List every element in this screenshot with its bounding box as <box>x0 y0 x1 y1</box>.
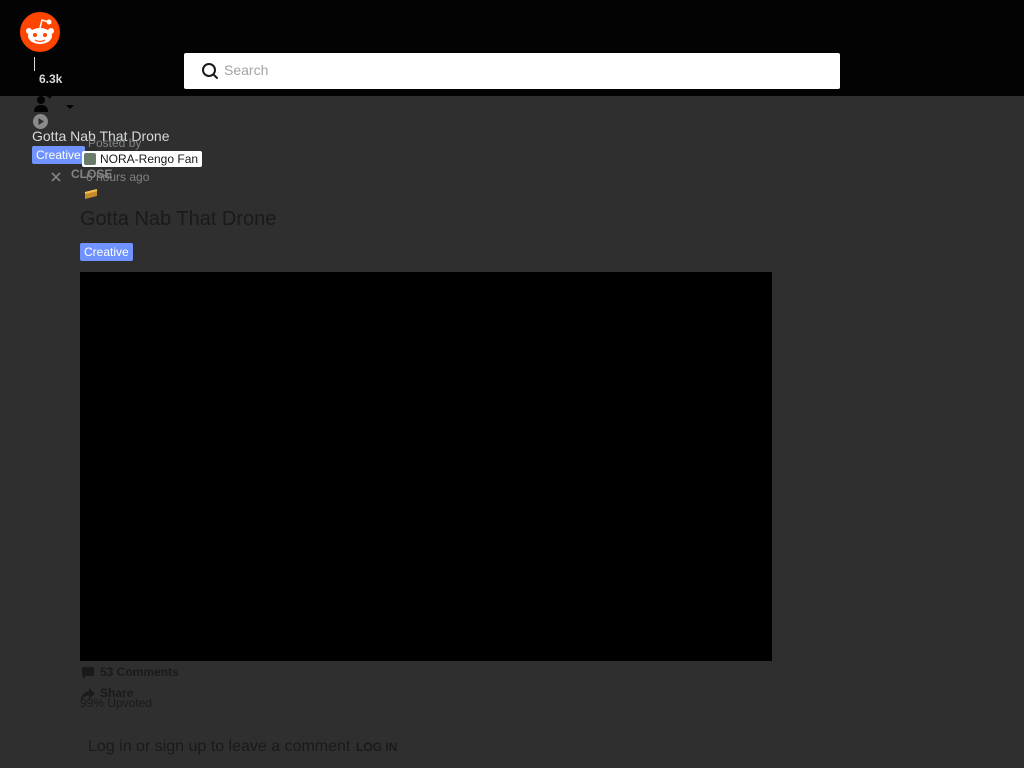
video-player[interactable] <box>80 272 772 661</box>
posted-by-label: Posted by <box>88 136 142 150</box>
comments-label: 53 Comments <box>100 665 179 679</box>
chevron-down-icon <box>65 98 75 116</box>
close-label: CLOSE <box>71 167 113 181</box>
vote-divider <box>34 57 35 71</box>
close-icon <box>50 170 62 188</box>
search-icon <box>200 61 220 81</box>
author-link[interactable]: NORA-Rengo Fan <box>82 151 203 167</box>
upvote-ratio: 99% Upvoted <box>80 696 153 710</box>
comment-icon <box>81 666 95 683</box>
play-icon[interactable] <box>33 114 48 129</box>
search-input[interactable] <box>224 53 824 87</box>
comment-login-prompt: Log in or sign up to leave a comment <box>88 738 351 755</box>
mini-post-flair[interactable]: Creative <box>32 146 85 164</box>
post-title: Gotta Nab That Drone <box>80 208 277 230</box>
search-bar[interactable] <box>184 53 840 89</box>
reddit-logo-icon[interactable] <box>20 12 60 52</box>
award-icon[interactable] <box>84 187 98 201</box>
author-name: NORA-Rengo Fan <box>100 152 199 166</box>
post-flair[interactable]: Creative <box>80 243 133 261</box>
vote-score: 6.3k <box>39 72 63 86</box>
user-menu[interactable] <box>32 93 82 113</box>
author-avatar <box>84 153 96 165</box>
login-button[interactable]: LOG IN <box>356 740 397 754</box>
